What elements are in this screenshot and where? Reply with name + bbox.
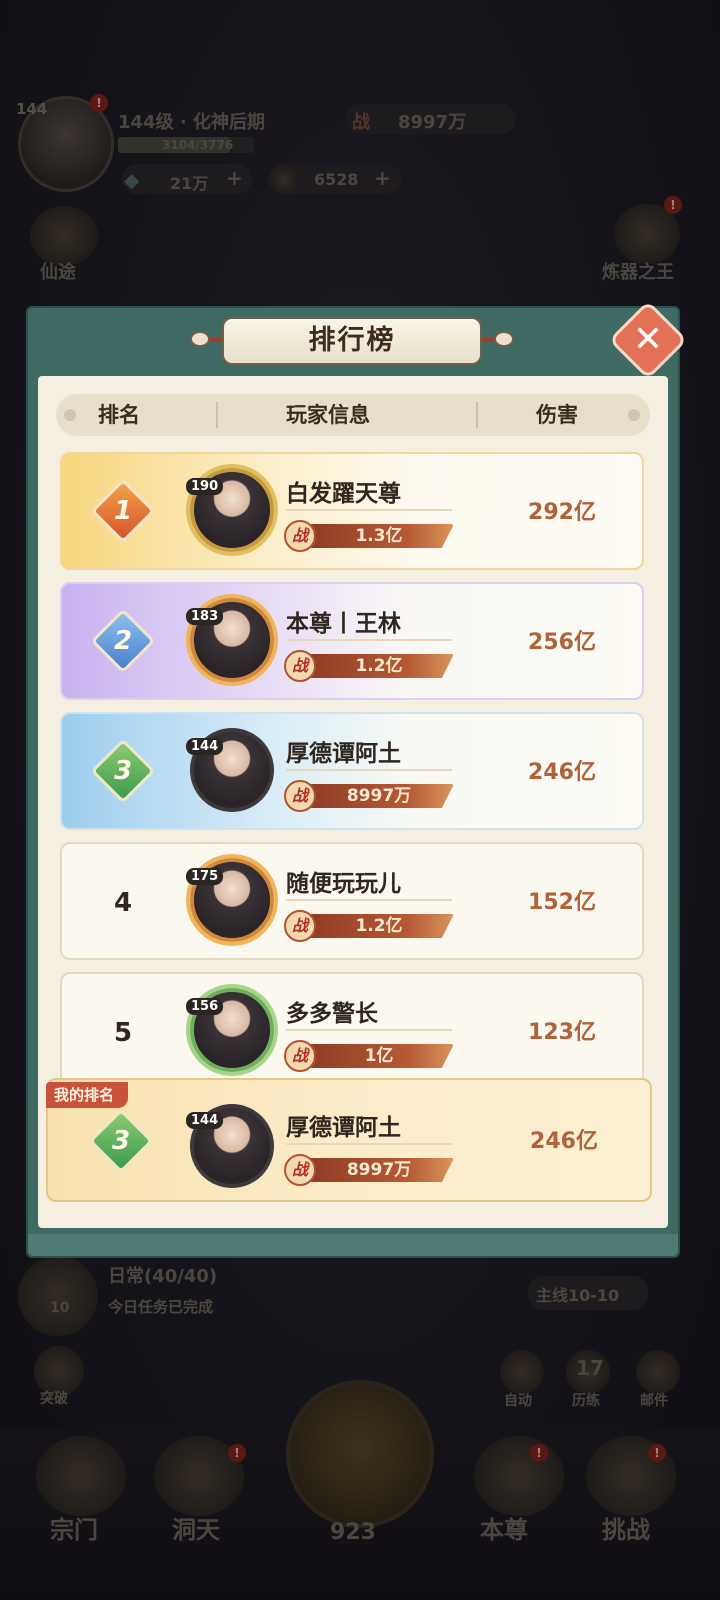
combat-power-value: 1.2亿 xyxy=(355,656,403,676)
header-divider xyxy=(216,402,218,428)
damage-value: 246亿 xyxy=(528,760,596,785)
leaderboard-header: 排名 玩家信息 伤害 xyxy=(56,394,650,436)
my-combat-power-value: 8997万 xyxy=(346,1160,412,1180)
name-underline xyxy=(286,509,452,511)
rank-number: 2 xyxy=(113,626,133,656)
damage-value: 152亿 xyxy=(528,890,596,915)
header-dot-right xyxy=(628,409,640,421)
combat-power: 战 8997万 xyxy=(284,780,456,812)
header-player: 玩家信息 xyxy=(286,403,370,427)
header-rank: 排名 xyxy=(98,403,140,427)
title-knot-right xyxy=(494,331,514,347)
combat-power-icon: 战 xyxy=(284,1040,316,1072)
combat-power-value: 1亿 xyxy=(364,1046,394,1066)
my-rank-tag: 我的排名 xyxy=(46,1082,129,1108)
name-underline xyxy=(286,769,452,771)
leaderboard-row[interactable]: 2 183 本尊丨王林 战 1.2亿 256亿 xyxy=(60,582,644,700)
modal-footer-trim xyxy=(28,1234,678,1256)
name-underline xyxy=(286,1143,452,1145)
combat-power-value: 1.2亿 xyxy=(355,916,403,936)
header-divider xyxy=(476,402,478,428)
header-dot-left xyxy=(64,409,76,421)
damage-value: 123亿 xyxy=(528,1020,596,1045)
name-underline xyxy=(286,639,452,641)
player-name: 白发躍天尊 xyxy=(286,481,401,507)
player-level-badge: 175 xyxy=(186,868,224,885)
damage-value: 256亿 xyxy=(528,630,596,655)
my-rank-row[interactable]: 3 144 厚德谭阿土 战 8997万 246亿 xyxy=(46,1078,652,1202)
name-underline xyxy=(286,1029,452,1031)
modal-title: 排行榜 xyxy=(222,317,482,365)
rank-number: 3 xyxy=(113,756,133,786)
my-combat-power: 战 8997万 xyxy=(284,1154,456,1186)
player-name: 本尊丨王林 xyxy=(286,611,401,637)
player-name: 厚德谭阿土 xyxy=(286,741,401,767)
combat-power: 战 1亿 xyxy=(284,1040,456,1072)
combat-power: 战 1.2亿 xyxy=(284,650,456,682)
player-name: 多多警长 xyxy=(286,1001,378,1027)
combat-power-icon: 战 xyxy=(284,520,316,552)
combat-power-icon: 战 xyxy=(284,910,316,942)
name-underline xyxy=(286,899,452,901)
player-level-badge: 156 xyxy=(186,998,224,1015)
combat-power: 战 1.3亿 xyxy=(284,520,456,552)
close-icon[interactable]: ✕ xyxy=(620,312,676,368)
title-knot-left xyxy=(190,331,210,347)
player-level-badge: 183 xyxy=(186,608,224,625)
my-damage-value: 246亿 xyxy=(530,1129,598,1154)
rank-number: 4 xyxy=(113,888,133,918)
combat-power-icon: 战 xyxy=(284,1154,316,1186)
combat-power-icon: 战 xyxy=(284,780,316,812)
my-rank-number: 3 xyxy=(111,1126,131,1156)
combat-power-icon: 战 xyxy=(284,650,316,682)
rank-number: 1 xyxy=(113,496,133,526)
my-level-badge: 144 xyxy=(186,1112,224,1129)
leaderboard-row[interactable]: 4 175 随便玩玩儿 战 1.2亿 152亿 xyxy=(60,842,644,960)
player-level-badge: 190 xyxy=(186,478,224,495)
leaderboard-row[interactable]: 5 156 多多警长 战 1亿 123亿 xyxy=(60,972,644,1090)
combat-power-value: 8997万 xyxy=(346,786,412,806)
my-name: 厚德谭阿土 xyxy=(286,1115,401,1141)
combat-power-value: 1.3亿 xyxy=(355,526,403,546)
leaderboard-row[interactable]: 1 190 白发躍天尊 战 1.3亿 292亿 xyxy=(60,452,644,570)
player-name: 随便玩玩儿 xyxy=(286,871,401,897)
player-level-badge: 144 xyxy=(186,738,224,755)
header-damage: 伤害 xyxy=(536,403,578,427)
damage-value: 292亿 xyxy=(528,500,596,525)
leaderboard-row[interactable]: 3 144 厚德谭阿土 战 8997万 246亿 xyxy=(60,712,644,830)
combat-power: 战 1.2亿 xyxy=(284,910,456,942)
rank-number: 5 xyxy=(113,1018,133,1048)
